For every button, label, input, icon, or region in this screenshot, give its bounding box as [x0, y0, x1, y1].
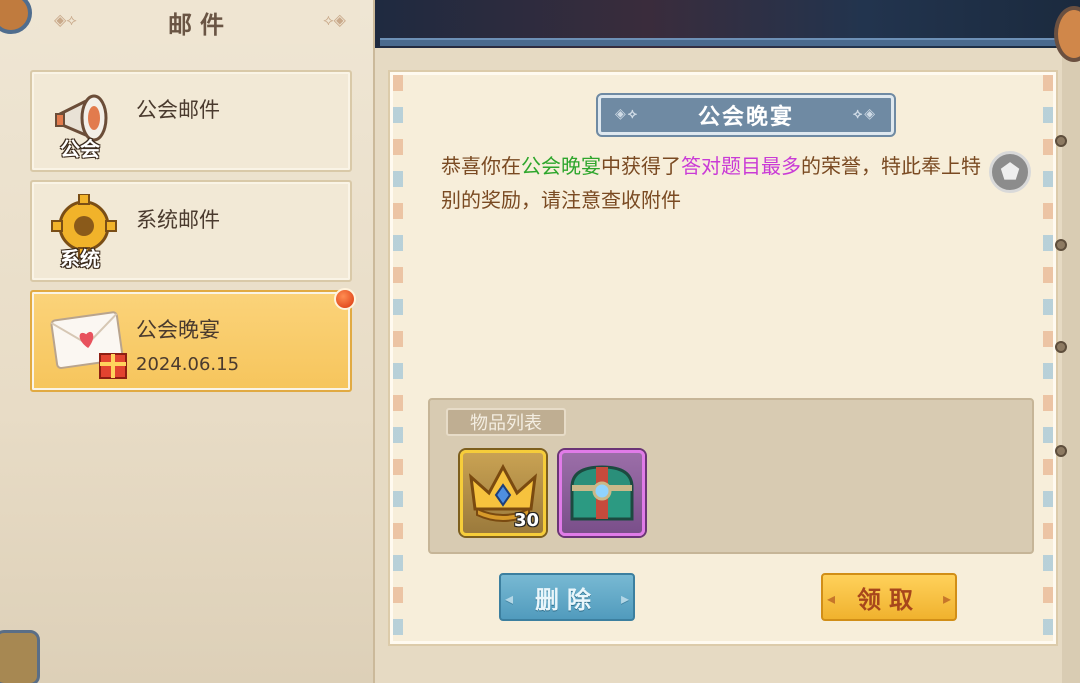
delete-button[interactable]: ◂ 删除 ▸	[499, 573, 635, 621]
item-slot-chest[interactable]	[559, 450, 645, 536]
claim-button[interactable]: ◂ 领取 ▸	[821, 573, 957, 621]
favorite-star-button[interactable]: ⬟	[989, 151, 1031, 193]
button-edge-right-icon: ▸	[620, 589, 629, 608]
binder-ring-icon	[1055, 445, 1067, 457]
mail-list: 公会 公会邮件 系统 系统邮件 公会晚宴 2024.06.15	[30, 70, 356, 400]
letter-text: 中获得了	[601, 154, 681, 178]
mail-item-title: 公会邮件	[136, 98, 220, 122]
megaphone-icon: 公会	[50, 84, 120, 162]
banner-deco-right-icon: ⟡◈	[852, 106, 877, 122]
letter-body: 恭喜你在公会晚宴中获得了答对题目最多的荣誉，特此奉上特别的奖励，请注意查收附件	[441, 149, 989, 217]
binder-ring-icon	[1055, 239, 1067, 251]
envelope-heart-icon	[50, 304, 127, 382]
mail-icon-label: 系统	[60, 247, 100, 271]
mail-sidebar: ◈⟡ 邮件 ⟡◈ 公会 公会邮件 系统 系统邮件 公会晚宴 2024.06.15	[0, 0, 375, 683]
attachment-box: 物品列表 30	[428, 398, 1034, 554]
airmail-stripe-right	[1043, 75, 1053, 641]
mail-item-system[interactable]: 系统 系统邮件	[30, 180, 352, 282]
unread-badge	[334, 288, 356, 310]
title-deco-left-icon: ◈⟡	[54, 10, 77, 29]
item-slot-crown[interactable]: 30	[460, 450, 546, 536]
button-edge-right-icon: ▸	[942, 589, 951, 608]
letter-title: 公会晚宴	[697, 105, 794, 130]
letter-highlight-event: 公会晚宴	[521, 154, 601, 178]
star-emblem-icon[interactable]	[0, 630, 40, 683]
mail-item-guild[interactable]: 公会 公会邮件	[30, 70, 352, 172]
attachment-label: 物品列表	[446, 408, 566, 436]
mail-letter: ◈⟡ 公会晚宴 ⟡◈ 恭喜你在公会晚宴中获得了答对题目最多的荣誉，特此奉上特别的…	[390, 72, 1067, 644]
mail-item-guild-banquet[interactable]: 公会晚宴 2024.06.15	[30, 288, 356, 392]
claim-button-label: 领取	[857, 585, 921, 614]
airmail-stripe-left	[393, 75, 403, 641]
banner-deco-left-icon: ◈⟡	[615, 106, 640, 122]
binder-ring-icon	[1055, 135, 1067, 147]
window-title: 邮件	[168, 10, 232, 39]
title-deco-right-icon: ⟡◈	[323, 10, 346, 29]
letter-highlight-honor: 答对题目最多	[681, 154, 801, 178]
treasure-chest-icon	[570, 465, 634, 521]
mail-item-title: 公会晚宴	[136, 318, 220, 342]
gear-icon: 系统	[50, 193, 120, 272]
button-edge-left-icon: ◂	[505, 589, 514, 608]
mail-icon-label: 公会	[60, 137, 100, 161]
button-edge-left-icon: ◂	[827, 589, 836, 608]
star-icon: ⬟	[1000, 159, 1020, 185]
mail-item-date: 2024.06.15	[136, 354, 240, 375]
binder-ring-icon	[1055, 341, 1067, 353]
backdrop-border	[380, 38, 1080, 46]
item-count: 30	[513, 510, 539, 531]
delete-button-label: 删除	[535, 585, 599, 614]
window-title-tab: ◈⟡ 邮件 ⟡◈	[40, 0, 360, 44]
letter-title-banner: ◈⟡ 公会晚宴 ⟡◈	[596, 93, 896, 137]
letter-text: 恭喜你在	[441, 154, 521, 178]
mail-item-title: 系统邮件	[136, 208, 220, 232]
